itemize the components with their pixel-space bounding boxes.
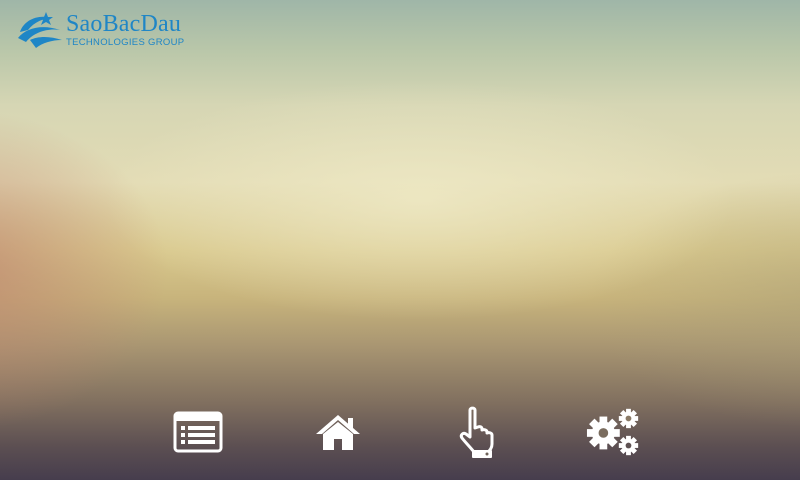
home-icon [316, 415, 360, 450]
gears-icon [586, 408, 639, 456]
brand-logo: SaoBacDau TECHNOLOGIES GROUP [16, 10, 184, 50]
list-icon [173, 411, 223, 453]
saobacdau-logo-icon [18, 12, 62, 48]
bottom-toolbar [0, 404, 800, 460]
home-button[interactable] [310, 404, 366, 460]
list-button[interactable] [170, 404, 226, 460]
brand-subtitle: TECHNOLOGIES GROUP [66, 37, 185, 48]
settings-button[interactable] [586, 404, 642, 460]
brand-name: SaoBacDau [66, 11, 182, 37]
touch-button[interactable] [450, 404, 506, 460]
touch-hand-icon [459, 406, 494, 458]
